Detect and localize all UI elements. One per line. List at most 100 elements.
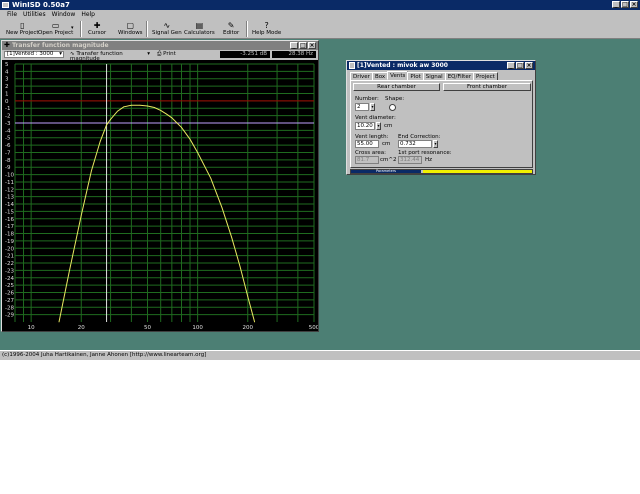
- data-point: [231, 236, 233, 238]
- data-point: [130, 104, 132, 106]
- x-tick-label: 500: [309, 325, 318, 331]
- open-project-label: Open Project: [38, 30, 74, 36]
- data-point: [123, 106, 125, 108]
- status-bar: (c)1996-2004 Juha Hartikainen, Janne Aho…: [0, 350, 640, 360]
- x-tick-label: 50: [144, 325, 151, 331]
- y-tick-label: -18: [5, 232, 14, 238]
- vent-maximize-button[interactable]: □: [516, 62, 524, 69]
- vent-close-button[interactable]: ×: [525, 62, 533, 69]
- new-project-icon: ▯: [20, 21, 25, 30]
- data-point: [166, 113, 167, 115]
- app-title: WinISD 0.50a7: [12, 1, 70, 9]
- port-resonance-unit: Hz: [425, 157, 433, 163]
- data-point: [147, 105, 148, 107]
- app-icon: [2, 2, 9, 8]
- data-point: [69, 270, 70, 271]
- number-dropdown-icon[interactable]: ▾: [370, 103, 375, 111]
- y-tick-label: -23: [5, 268, 14, 274]
- end-correction-dropdown-icon[interactable]: ▾: [433, 140, 438, 148]
- menu-utilities[interactable]: Utilities: [20, 10, 49, 19]
- windows-button[interactable]: ▢ Windows: [118, 21, 143, 37]
- vent-window-controls: _ □ ×: [507, 62, 533, 69]
- y-tick-label: -26: [5, 291, 14, 297]
- rear-chamber-button[interactable]: Rear chamber: [353, 83, 440, 91]
- app-title-bar: WinISD 0.50a7 _ □ ×: [0, 0, 640, 10]
- toolbar-separator: [246, 21, 248, 37]
- graph-close-button[interactable]: ×: [308, 42, 316, 49]
- vent-diameter-dropdown-icon[interactable]: ▾: [376, 122, 381, 130]
- graph-window: ✚ Transfer function magnitude _ □ × [1]V…: [1, 40, 319, 332]
- menu-file[interactable]: File: [4, 10, 20, 19]
- vent-diameter-unit: cm: [384, 123, 393, 129]
- open-project-icon: ▭: [51, 21, 60, 30]
- signal-gen-icon: ∿: [163, 21, 171, 30]
- data-point: [210, 177, 212, 179]
- close-button[interactable]: ×: [630, 1, 638, 8]
- cursor-button[interactable]: ✚ Cursor: [88, 21, 106, 37]
- y-tick-label: -21: [5, 254, 14, 260]
- calculators-button[interactable]: ▤ Calculators: [184, 21, 215, 37]
- minimize-button[interactable]: _: [612, 1, 620, 8]
- app-window: WinISD 0.50a7 _ □ × File Utilities Windo…: [0, 0, 640, 360]
- vent-window: [1]Vented : mivok aw 3000 _ □ × Driver B…: [346, 60, 536, 175]
- windows-icon: ▢: [126, 21, 135, 30]
- y-tick-label: -11: [5, 180, 14, 186]
- print-label: Print: [163, 51, 176, 57]
- data-point: [80, 214, 82, 216]
- graph-minimize-button[interactable]: _: [290, 42, 298, 49]
- maximize-button[interactable]: □: [621, 1, 629, 8]
- app-window-controls: _ □ ×: [612, 1, 638, 8]
- graph-maximize-button[interactable]: □: [299, 42, 307, 49]
- print-icon: ⎙: [157, 51, 162, 57]
- y-tick-label: -14: [5, 202, 14, 208]
- y-tick-label: -7: [5, 150, 11, 156]
- data-point: [221, 207, 223, 209]
- vent-window-title: [1]Vented : mivok aw 3000: [357, 62, 448, 69]
- y-tick-label: 0: [5, 99, 9, 105]
- help-mode-button[interactable]: ? Help Mode: [252, 21, 281, 37]
- new-project-button[interactable]: ▯ New Project: [6, 21, 39, 37]
- data-point: [181, 126, 182, 128]
- tab-vents[interactable]: Vents: [387, 71, 409, 80]
- menu-help[interactable]: Help: [78, 10, 98, 19]
- port-resonance-field: 312.44: [398, 156, 422, 164]
- y-tick-label: -12: [5, 187, 14, 193]
- vent-diameter-field[interactable]: 10.20: [355, 122, 375, 130]
- data-point: [239, 266, 241, 268]
- data-point: [90, 170, 92, 172]
- toolbar: ▯ New Project ▭ Open Project ▾ ✚ Cursor …: [0, 19, 640, 39]
- vent-minimize-button[interactable]: _: [507, 62, 515, 69]
- vent-length-field[interactable]: 55.00: [355, 140, 379, 148]
- y-tick-label: -10: [5, 173, 14, 179]
- x-tick-label: 20: [78, 325, 85, 331]
- y-tick-label: -16: [5, 217, 14, 223]
- end-correction-field[interactable]: 0.732: [398, 140, 432, 148]
- print-button[interactable]: ⎙ Print: [154, 51, 184, 58]
- vent-window-title-bar[interactable]: [1]Vented : mivok aw 3000 _ □ ×: [347, 61, 535, 70]
- parameters-bar[interactable]: Parameters: [350, 169, 533, 174]
- graph-type-select[interactable]: ∿ Transfer function magnitude ▾: [67, 51, 152, 62]
- front-chamber-button[interactable]: Front chamber: [443, 83, 531, 91]
- signal-gen-button[interactable]: ∿ Signal Gen: [152, 21, 182, 37]
- graph-window-title-bar[interactable]: ✚ Transfer function magnitude _ □ ×: [2, 41, 318, 50]
- plot-canvas: 543210-1-2-3-4-5-6-7-8-9-10-11-12-13-14-…: [5, 62, 318, 331]
- vent-length-unit: cm: [382, 141, 391, 147]
- y-tick-label: 5: [5, 62, 9, 68]
- data-point: [189, 138, 191, 140]
- windows-label: Windows: [118, 30, 143, 36]
- number-field[interactable]: 2: [355, 103, 369, 111]
- parameters-label: Parameters: [351, 169, 421, 173]
- menu-window[interactable]: Window: [49, 10, 79, 19]
- project-select[interactable]: [1]Vented : 3000 ▾: [4, 51, 64, 58]
- x-tick-label: 100: [192, 325, 203, 331]
- y-tick-label: -2: [5, 114, 10, 120]
- calculators-label: Calculators: [184, 30, 215, 36]
- editor-label: Editor: [223, 30, 240, 36]
- y-tick-label: -24: [5, 276, 14, 282]
- transfer-function-plot[interactable]: 5 4 3 2 1 0 -1 -2 -3 -4 -5 -6 -7 -8 -9 -10 -11 -12 -13 -14-…: [2, 60, 318, 331]
- shape-round-radio[interactable]: [389, 104, 396, 111]
- open-project-dropdown[interactable]: ▾: [71, 25, 74, 41]
- editor-button[interactable]: ✎ Editor: [223, 21, 239, 37]
- shape-label: Shape:: [385, 96, 405, 102]
- open-project-button[interactable]: ▭ Open Project: [38, 21, 73, 37]
